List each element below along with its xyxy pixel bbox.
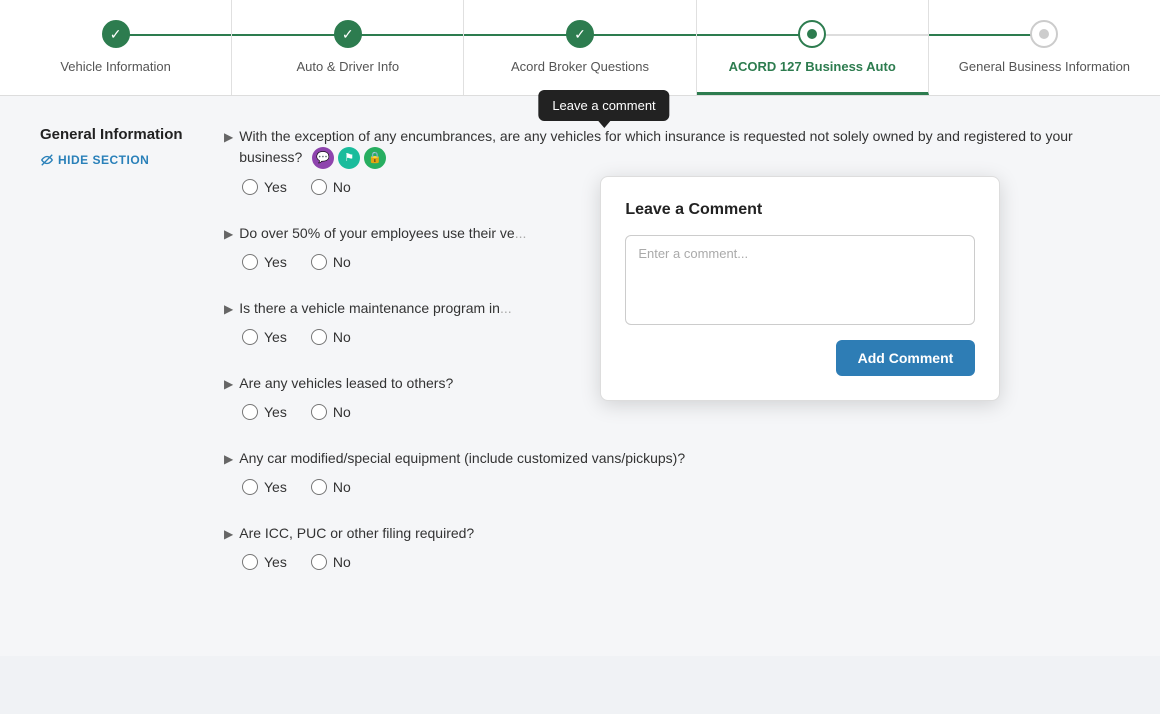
question-text-5: ▶ Any car modified/special equipment (in… — [224, 448, 1120, 469]
step-vehicle-info[interactable]: ✓ Vehicle Information — [0, 0, 232, 95]
radio-no-4[interactable]: No — [311, 404, 351, 420]
radio-input-yes-5[interactable] — [242, 479, 258, 495]
radio-no-5[interactable]: No — [311, 479, 351, 495]
radio-input-yes-4[interactable] — [242, 404, 258, 420]
questions-area: Leave a comment ▶ With the exception of … — [224, 126, 1120, 598]
radio-label-yes-1: Yes — [264, 179, 287, 195]
radio-input-yes-1[interactable] — [242, 179, 258, 195]
radio-input-yes-6[interactable] — [242, 554, 258, 570]
step-label-vehicle-info: Vehicle Information — [60, 58, 171, 76]
radio-label-no-3: No — [333, 329, 351, 345]
radio-group-6: Yes No — [224, 554, 1120, 570]
step-auto-driver[interactable]: ✓ Auto & Driver Info — [232, 0, 464, 95]
radio-yes-4[interactable]: Yes — [242, 404, 287, 420]
question-label-6: Are ICC, PUC or other filing required? — [239, 523, 474, 544]
badge-green[interactable]: 🔒 — [364, 147, 386, 169]
hide-section-label: HIDE SECTION — [58, 153, 149, 167]
radio-input-no-6[interactable] — [311, 554, 327, 570]
main-content: General Information HIDE SECTION Leave a… — [0, 96, 1160, 656]
radio-no-3[interactable]: No — [311, 329, 351, 345]
tooltip-text: Leave a comment — [552, 98, 655, 113]
tooltip-bubble: Leave a comment — [538, 90, 669, 121]
hide-icon — [40, 153, 54, 167]
radio-no-1[interactable]: No — [311, 179, 351, 195]
radio-group-5: Yes No — [224, 479, 1120, 495]
radio-yes-2[interactable]: Yes — [242, 254, 287, 270]
question-item-5: ▶ Any car modified/special equipment (in… — [224, 448, 1120, 495]
radio-label-yes-5: Yes — [264, 479, 287, 495]
add-comment-button[interactable]: Add Comment — [836, 340, 976, 376]
sidebar: General Information HIDE SECTION — [40, 126, 200, 598]
arrow-icon-4: ▶ — [224, 375, 233, 393]
question-label-1: With the exception of any encumbrances, … — [239, 126, 1120, 169]
radio-input-yes-3[interactable] — [242, 329, 258, 345]
radio-label-no-6: No — [333, 554, 351, 570]
arrow-icon-3: ▶ — [224, 300, 233, 318]
arrow-icon-2: ▶ — [224, 225, 233, 243]
stepper-wrapper: ✓ Vehicle Information ✓ Auto & Driver In… — [0, 0, 1160, 96]
radio-label-no-2: No — [333, 254, 351, 270]
tooltip-wrapper: Leave a comment — [538, 90, 669, 121]
radio-label-no-5: No — [333, 479, 351, 495]
step-acord-127[interactable]: ACORD 127 Business Auto — [697, 0, 929, 95]
radio-no-2[interactable]: No — [311, 254, 351, 270]
step-acord-broker[interactable]: ✓ Acord Broker Questions — [464, 0, 696, 95]
badge-teal[interactable]: ⚑ — [338, 147, 360, 169]
radio-label-no-4: No — [333, 404, 351, 420]
radio-yes-6[interactable]: Yes — [242, 554, 287, 570]
arrow-icon-6: ▶ — [224, 525, 233, 543]
sidebar-title: General Information — [40, 126, 200, 143]
step-circle-vehicle-info: ✓ — [102, 20, 130, 48]
radio-input-no-3[interactable] — [311, 329, 327, 345]
question-label-4: Are any vehicles leased to others? — [239, 373, 453, 394]
content-layout: General Information HIDE SECTION Leave a… — [40, 126, 1120, 598]
question-label-3: Is there a vehicle maintenance program i… — [239, 298, 511, 319]
radio-input-no-1[interactable] — [311, 179, 327, 195]
radio-input-no-4[interactable] — [311, 404, 327, 420]
comment-textarea[interactable] — [625, 235, 975, 325]
question-text-1: ▶ With the exception of any encumbrances… — [224, 126, 1120, 169]
step-label-general-business: General Business Information — [959, 58, 1130, 76]
radio-no-6[interactable]: No — [311, 554, 351, 570]
step-label-acord-127: ACORD 127 Business Auto — [729, 58, 896, 76]
question-text-6: ▶ Are ICC, PUC or other filing required? — [224, 523, 1120, 544]
step-circle-general-business — [1030, 20, 1058, 48]
question-label-2: Do over 50% of your employees use their … — [239, 223, 526, 244]
radio-input-yes-2[interactable] — [242, 254, 258, 270]
question-item-6: ▶ Are ICC, PUC or other filing required?… — [224, 523, 1120, 570]
step-label-auto-driver: Auto & Driver Info — [297, 58, 400, 76]
step-circle-acord-broker: ✓ — [566, 20, 594, 48]
step-label-acord-broker: Acord Broker Questions — [511, 58, 649, 76]
stepper: ✓ Vehicle Information ✓ Auto & Driver In… — [0, 0, 1160, 95]
comment-panel: Leave a Comment Add Comment — [600, 176, 1000, 401]
radio-label-no-1: No — [333, 179, 351, 195]
radio-label-yes-2: Yes — [264, 254, 287, 270]
radio-yes-5[interactable]: Yes — [242, 479, 287, 495]
radio-input-no-2[interactable] — [311, 254, 327, 270]
radio-label-yes-4: Yes — [264, 404, 287, 420]
hide-section-button[interactable]: HIDE SECTION — [40, 153, 200, 167]
radio-yes-1[interactable]: Yes — [242, 179, 287, 195]
arrow-icon-5: ▶ — [224, 450, 233, 468]
radio-yes-3[interactable]: Yes — [242, 329, 287, 345]
radio-group-4: Yes No — [224, 404, 1120, 420]
step-general-business[interactable]: General Business Information — [929, 0, 1160, 95]
comment-panel-title: Leave a Comment — [625, 201, 975, 219]
radio-label-yes-3: Yes — [264, 329, 287, 345]
arrow-icon-1: ▶ — [224, 128, 233, 146]
radio-input-no-5[interactable] — [311, 479, 327, 495]
step-circle-auto-driver: ✓ — [334, 20, 362, 48]
question-label-5: Any car modified/special equipment (incl… — [239, 448, 685, 469]
badge-purple[interactable]: 💬 — [312, 147, 334, 169]
step-circle-acord-127 — [798, 20, 826, 48]
icon-badges-1: 💬 ⚑ 🔒 — [312, 147, 386, 169]
radio-label-yes-6: Yes — [264, 554, 287, 570]
